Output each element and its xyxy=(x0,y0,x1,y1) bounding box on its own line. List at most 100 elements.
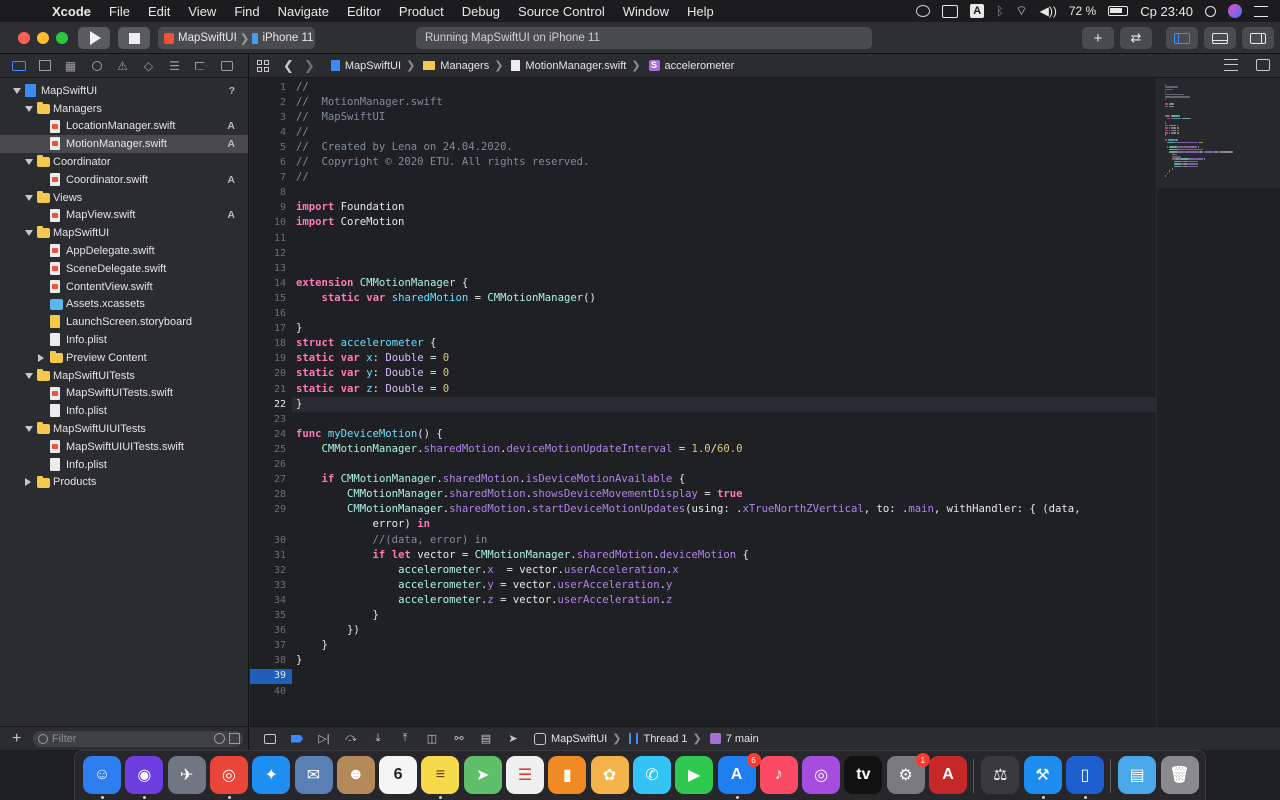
library-button[interactable]: + xyxy=(1082,27,1114,49)
safari-icon[interactable]: ✦ xyxy=(252,756,291,794)
menu-source-control[interactable]: Source Control xyxy=(509,4,614,19)
tree-row-coordinator[interactable]: Coordinator xyxy=(0,153,248,171)
disclosure-expanded-icon[interactable] xyxy=(25,105,33,112)
disclosure-expanded-icon[interactable] xyxy=(25,159,33,166)
notes-icon[interactable]: ≡ xyxy=(421,756,460,794)
menu-product[interactable]: Product xyxy=(390,4,453,19)
disclosure-collapsed-icon[interactable] xyxy=(38,353,44,362)
code-line[interactable]: static var z: Double = 0 xyxy=(296,383,449,395)
messages-icon[interactable]: ✆ xyxy=(632,756,671,794)
code-line[interactable]: // MotionManager.swift xyxy=(296,96,443,108)
creative-cloud-icon[interactable] xyxy=(916,5,931,17)
simulator-icon[interactable]: ▯ xyxy=(1065,756,1104,794)
recent-files-icon[interactable] xyxy=(214,733,225,744)
tree-row-mapswiftui[interactable]: MapSwiftUI xyxy=(0,224,248,242)
trash-icon[interactable]: 🗑 xyxy=(1160,756,1199,794)
breakpoint-navigator-tab[interactable] xyxy=(192,57,209,74)
facetime-icon[interactable]: ▶ xyxy=(675,756,714,794)
code-line[interactable]: } xyxy=(296,654,302,666)
finder-icon[interactable]: ☺ xyxy=(83,756,121,794)
code-area[interactable]: 1 2 3 4 5 6 7 8 9 10 11 12 13 14 15 16 17 18 19 20 21 22 23 24 2… xyxy=(250,78,1156,726)
contacts-icon[interactable]: ☻ xyxy=(336,756,375,794)
debug-view-hierarchy-button[interactable]: ◫ xyxy=(425,733,439,745)
tree-row-mapswiftuiuitests-swift[interactable]: MapSwiftUIUITests.swift xyxy=(0,438,248,456)
test-navigator-tab[interactable]: ◇ xyxy=(140,57,157,74)
menu-app-name[interactable]: Xcode xyxy=(38,4,100,19)
tree-row-preview-content[interactable]: Preview Content xyxy=(0,349,248,367)
report-navigator-tab[interactable] xyxy=(218,57,235,74)
code-line[interactable]: } xyxy=(296,639,328,651)
code-line[interactable]: // xyxy=(296,126,309,138)
debug-crumb-target[interactable]: MapSwiftUI xyxy=(551,733,607,745)
code-line[interactable]: static var y: Double = 0 xyxy=(296,367,449,379)
navigator-filter-input[interactable]: Filter xyxy=(33,731,243,747)
simulate-location-button[interactable]: ➤ xyxy=(506,733,520,745)
step-out-button[interactable]: ⤒ xyxy=(398,732,412,744)
code-line[interactable]: CMMotionManager.sharedMotion.startDevice… xyxy=(296,503,1081,515)
tree-row-mapview-swift[interactable]: MapView.swift A xyxy=(0,207,248,225)
photos-icon[interactable]: ✿ xyxy=(590,756,629,794)
toggle-navigator-button[interactable] xyxy=(1166,27,1198,49)
breakpoints-toggle-button[interactable] xyxy=(290,733,304,744)
source-control-navigator-tab[interactable] xyxy=(36,57,53,74)
menu-debug[interactable]: Debug xyxy=(453,4,509,19)
jump-bar-crumb[interactable]: Managers ❯ xyxy=(423,59,503,72)
modified-files-icon[interactable] xyxy=(229,733,240,744)
debug-navigator-tab[interactable]: ☰ xyxy=(166,57,183,74)
tree-row-managers[interactable]: Managers xyxy=(0,100,248,118)
tree-row-assets-xcassets[interactable]: Assets.xcassets xyxy=(0,296,248,314)
disclosure-expanded-icon[interactable] xyxy=(25,230,33,237)
disclosure-expanded-icon[interactable] xyxy=(25,372,33,379)
tree-row-products[interactable]: Products xyxy=(0,474,248,492)
forward-arrow-icon[interactable]: ❯ xyxy=(304,58,315,74)
disclosure-collapsed-icon[interactable] xyxy=(25,478,31,487)
jump-bar-crumb[interactable]: MapSwiftUI ❯ xyxy=(330,59,415,72)
step-into-button[interactable]: ⤓ xyxy=(371,732,385,744)
downloads-folder-icon[interactable]: ▤ xyxy=(1118,756,1157,794)
tree-row-appdelegate-swift[interactable]: AppDelegate.swift xyxy=(0,242,248,260)
code-line[interactable]: // MapSwiftUI xyxy=(296,111,385,123)
continue-button[interactable]: ▷| xyxy=(317,733,331,745)
notification-center-icon[interactable] xyxy=(1254,5,1268,17)
disclosure-expanded-icon[interactable] xyxy=(25,194,33,201)
code-line[interactable]: // xyxy=(296,171,309,183)
debug-memory-graph-button[interactable]: ⚯ xyxy=(452,733,466,745)
siri-menu-icon[interactable] xyxy=(1228,4,1242,18)
step-over-button[interactable]: ⤼ xyxy=(344,732,358,744)
menu-file[interactable]: File xyxy=(100,4,139,19)
bluetooth-icon[interactable]: ᛒ xyxy=(996,4,1003,18)
code-line[interactable]: static var sharedMotion = CMMotionManage… xyxy=(296,292,596,304)
apple-tv-icon[interactable]: tv xyxy=(844,756,883,794)
code-line[interactable]: import Foundation xyxy=(296,201,404,213)
disclosure-expanded-icon[interactable] xyxy=(25,426,33,433)
xcode-icon[interactable]: ⚒ xyxy=(1023,756,1062,794)
mail-icon[interactable]: ✉ xyxy=(294,756,333,794)
code-line[interactable]: }) xyxy=(296,624,360,636)
environment-overrides-button[interactable]: ▤ xyxy=(479,733,493,745)
related-items-icon[interactable] xyxy=(257,59,269,72)
close-window-button[interactable] xyxy=(18,32,30,44)
back-arrow-icon[interactable]: ❮ xyxy=(283,58,294,74)
menu-help[interactable]: Help xyxy=(678,4,723,19)
tree-row-info-plist[interactable]: Info.plist xyxy=(0,402,248,420)
code-line[interactable]: } xyxy=(296,609,379,621)
code-line[interactable]: } xyxy=(296,322,302,334)
menu-edit[interactable]: Edit xyxy=(139,4,179,19)
code-line[interactable]: } xyxy=(296,398,302,410)
code-line[interactable]: import CoreMotion xyxy=(296,216,404,228)
code-line[interactable]: CMMotionManager.sharedMotion.showsDevice… xyxy=(296,488,742,500)
issue-navigator-tab[interactable]: ⚠ xyxy=(114,57,131,74)
code-line[interactable]: static var x: Double = 0 xyxy=(296,352,449,364)
tree-row-launchscreen-storyboard[interactable]: LaunchScreen.storyboard xyxy=(0,313,248,331)
stop-button[interactable] xyxy=(118,27,150,49)
find-navigator-tab[interactable] xyxy=(88,57,105,74)
code-line[interactable]: struct accelerometer { xyxy=(296,337,436,349)
minimize-window-button[interactable] xyxy=(37,32,49,44)
tree-row-mapswiftui[interactable]: MapSwiftUI? xyxy=(0,82,248,100)
symbol-navigator-tab[interactable]: ▦ xyxy=(62,57,79,74)
run-button[interactable] xyxy=(78,27,110,49)
menu-navigate[interactable]: Navigate xyxy=(269,4,338,19)
code-line[interactable]: // Copyright © 2020 ETU. All rights rese… xyxy=(296,156,589,168)
toggle-inspector-button[interactable] xyxy=(1242,27,1274,49)
podcasts-icon[interactable]: ◎ xyxy=(802,756,841,794)
